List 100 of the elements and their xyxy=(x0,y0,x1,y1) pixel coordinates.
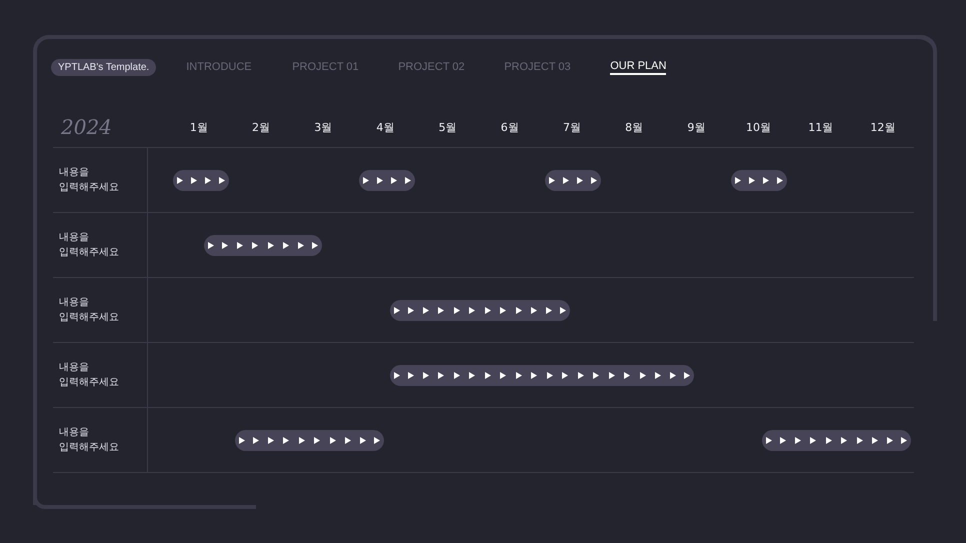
play-arrow-icon xyxy=(500,306,506,314)
play-arrow-icon xyxy=(405,176,411,184)
play-arrow-icon xyxy=(810,436,816,444)
play-arrow-icon xyxy=(531,372,538,378)
play-arrow-icon xyxy=(374,436,380,444)
play-arrow-icon xyxy=(531,306,538,314)
month-header: 10월 xyxy=(745,120,772,134)
play-arrow-icon xyxy=(268,436,274,444)
play-arrow-icon xyxy=(901,436,907,444)
month-header: 5월 xyxy=(438,120,458,134)
month-header: 6월 xyxy=(500,120,520,134)
play-arrow-icon xyxy=(577,176,583,184)
row-label: 내용을 입력해주세요 xyxy=(53,343,148,407)
play-arrow-icon xyxy=(438,306,444,314)
row-label: 내용을 입력해주세요 xyxy=(53,278,148,342)
month-header: 2월 xyxy=(251,120,272,134)
play-arrow-icon xyxy=(684,372,690,378)
nav-tab[interactable]: PROJECT 01 xyxy=(292,61,368,74)
play-arrow-icon xyxy=(298,242,304,248)
nav-tab[interactable]: OUR PLAN xyxy=(610,60,666,75)
play-arrow-icon xyxy=(735,176,741,184)
month-header: 11월 xyxy=(807,120,834,134)
play-arrow-icon xyxy=(780,436,786,444)
play-arrow-icon xyxy=(500,372,506,378)
play-arrow-icon xyxy=(252,242,258,248)
play-arrow-icon xyxy=(766,436,772,444)
play-arrow-icon xyxy=(394,372,400,378)
play-arrow-icon xyxy=(469,306,476,314)
play-arrow-icon xyxy=(777,176,783,184)
play-arrow-icon xyxy=(841,436,848,444)
play-arrow-icon xyxy=(422,372,429,378)
play-arrow-icon xyxy=(391,176,397,184)
play-arrow-icon xyxy=(360,436,366,444)
month-header: 12월 xyxy=(869,120,896,134)
play-arrow-icon xyxy=(591,176,597,184)
play-arrow-icon xyxy=(749,176,755,184)
play-arrow-icon xyxy=(312,242,318,248)
play-arrow-icon xyxy=(794,436,801,444)
play-arrow-icon xyxy=(624,372,630,378)
play-arrow-icon xyxy=(469,372,476,378)
row-label: 내용을 입력해주세요 xyxy=(53,148,148,212)
month-header: 9월 xyxy=(686,120,706,134)
play-arrow-icon xyxy=(484,306,491,314)
play-arrow-icon xyxy=(640,372,646,378)
nav-tab[interactable]: PROJECT 03 xyxy=(504,61,580,74)
play-arrow-icon xyxy=(345,436,352,444)
row-label: 내용을 입력해주세요 xyxy=(53,408,148,472)
play-arrow-icon xyxy=(408,372,414,378)
play-arrow-icon xyxy=(363,176,369,184)
play-arrow-icon xyxy=(222,242,228,248)
play-arrow-icon xyxy=(205,176,211,184)
month-header: 7월 xyxy=(562,120,582,134)
play-arrow-icon xyxy=(593,372,600,378)
play-arrow-icon xyxy=(314,436,320,444)
play-arrow-icon xyxy=(826,436,832,444)
play-arrow-icon xyxy=(562,372,568,378)
play-arrow-icon xyxy=(219,176,225,184)
play-arrow-icon xyxy=(239,436,245,444)
play-arrow-icon xyxy=(283,436,290,444)
play-arrow-icon xyxy=(608,372,615,378)
play-arrow-icon xyxy=(546,306,552,314)
month-header: 1월 xyxy=(188,120,209,134)
play-arrow-icon xyxy=(253,436,259,444)
play-arrow-icon xyxy=(563,176,569,184)
play-arrow-icon xyxy=(268,242,274,248)
play-arrow-icon xyxy=(670,372,676,378)
play-arrow-icon xyxy=(655,372,662,378)
month-header: 8월 xyxy=(624,120,644,134)
play-arrow-icon xyxy=(177,176,183,184)
play-arrow-icon xyxy=(484,372,491,378)
play-arrow-icon xyxy=(454,306,460,314)
play-arrow-icon xyxy=(516,306,522,314)
play-arrow-icon xyxy=(578,372,584,378)
play-arrow-icon xyxy=(191,176,197,184)
play-arrow-icon xyxy=(377,176,383,184)
play-arrow-icon xyxy=(516,372,522,378)
row-label: 내용을 입력해주세요 xyxy=(53,213,148,277)
play-arrow-icon xyxy=(438,372,444,378)
play-arrow-icon xyxy=(236,242,243,248)
year-label: 2024 xyxy=(60,115,113,139)
play-arrow-icon xyxy=(549,176,555,184)
month-header: 4월 xyxy=(375,120,396,134)
play-arrow-icon xyxy=(560,306,566,314)
play-arrow-icon xyxy=(887,436,893,444)
play-arrow-icon xyxy=(546,372,553,378)
play-arrow-icon xyxy=(872,436,878,444)
play-arrow-icon xyxy=(298,436,305,444)
play-arrow-icon xyxy=(408,306,414,314)
play-arrow-icon xyxy=(330,436,336,444)
play-arrow-icon xyxy=(763,176,769,184)
month-header: 3월 xyxy=(313,120,334,134)
play-arrow-icon xyxy=(856,436,863,444)
play-arrow-icon xyxy=(394,306,400,314)
nav-tab[interactable]: INTRODUCE xyxy=(186,61,262,74)
play-arrow-icon xyxy=(208,242,214,248)
play-arrow-icon xyxy=(422,306,429,314)
brand-badge: YPTLAB's Template. xyxy=(51,59,156,76)
nav-tab[interactable]: PROJECT 02 xyxy=(398,61,474,74)
play-arrow-icon xyxy=(454,372,460,378)
play-arrow-icon xyxy=(283,242,290,248)
